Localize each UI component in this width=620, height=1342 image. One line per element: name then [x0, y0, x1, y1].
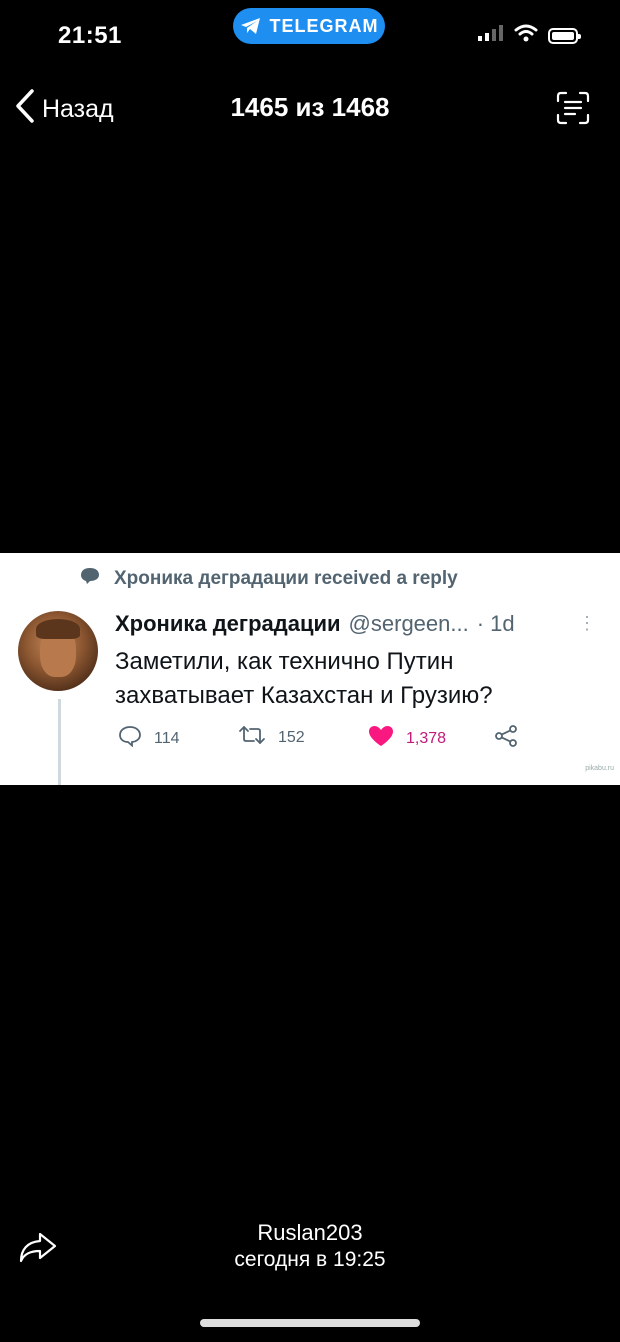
more-icon: ⋮ [578, 613, 596, 633]
sender-name: Ruslan203 [257, 1220, 363, 1245]
sender-info[interactable]: Ruslan203 сегодня в 19:25 [0, 1220, 620, 1272]
watermark: pikabu.ru [585, 765, 614, 772]
retweet-action: 152 [238, 725, 305, 750]
text-scan-icon [556, 91, 590, 129]
sent-time: сегодня в 19:25 [234, 1248, 386, 1271]
comment-icon [118, 725, 142, 752]
media-counter: 1465 из 1468 [230, 92, 390, 122]
retweet-count: 152 [278, 728, 305, 746]
speech-bubble-icon [80, 567, 100, 591]
author-handle: @sergeen... [348, 611, 469, 636]
tweet-age: · 1d [476, 611, 515, 636]
telegram-plane-icon [240, 17, 262, 35]
telegram-pill[interactable]: TELEGRAM [233, 8, 385, 44]
share-nodes-icon [494, 725, 518, 752]
thread-line [58, 699, 61, 785]
reply-count: 114 [154, 729, 180, 747]
signal-icon [478, 25, 504, 46]
author-name: Хроника деградации [115, 611, 341, 636]
tweet-header: Хроника деградации @sergeen... · 1d [115, 611, 515, 637]
tweet-text: Заметили, как технично Путин захватывает… [115, 648, 493, 709]
media-image[interactable]: Хроника деградации received a reply Хрон… [0, 553, 620, 785]
reply-context: Хроника деградации received a reply [80, 567, 458, 591]
like-action: 1,378 [368, 725, 446, 752]
avatar [18, 611, 98, 691]
wifi-icon [514, 24, 538, 47]
battery-icon [548, 27, 581, 44]
heart-icon [368, 725, 394, 752]
scan-text-button[interactable] [556, 91, 590, 130]
status-icons [478, 24, 581, 47]
like-count: 1,378 [406, 729, 447, 747]
telegram-label: TELEGRAM [269, 15, 379, 36]
tweet-actions: 114 152 1,378 [118, 725, 538, 755]
share-action [494, 725, 518, 752]
avatar-hair [36, 619, 80, 639]
home-indicator [200, 1319, 420, 1327]
reply-action: 114 [118, 725, 180, 752]
status-time: 21:51 [58, 22, 122, 49]
retweet-icon [238, 725, 266, 750]
reply-context-text: Хроника деградации received a reply [114, 568, 458, 589]
